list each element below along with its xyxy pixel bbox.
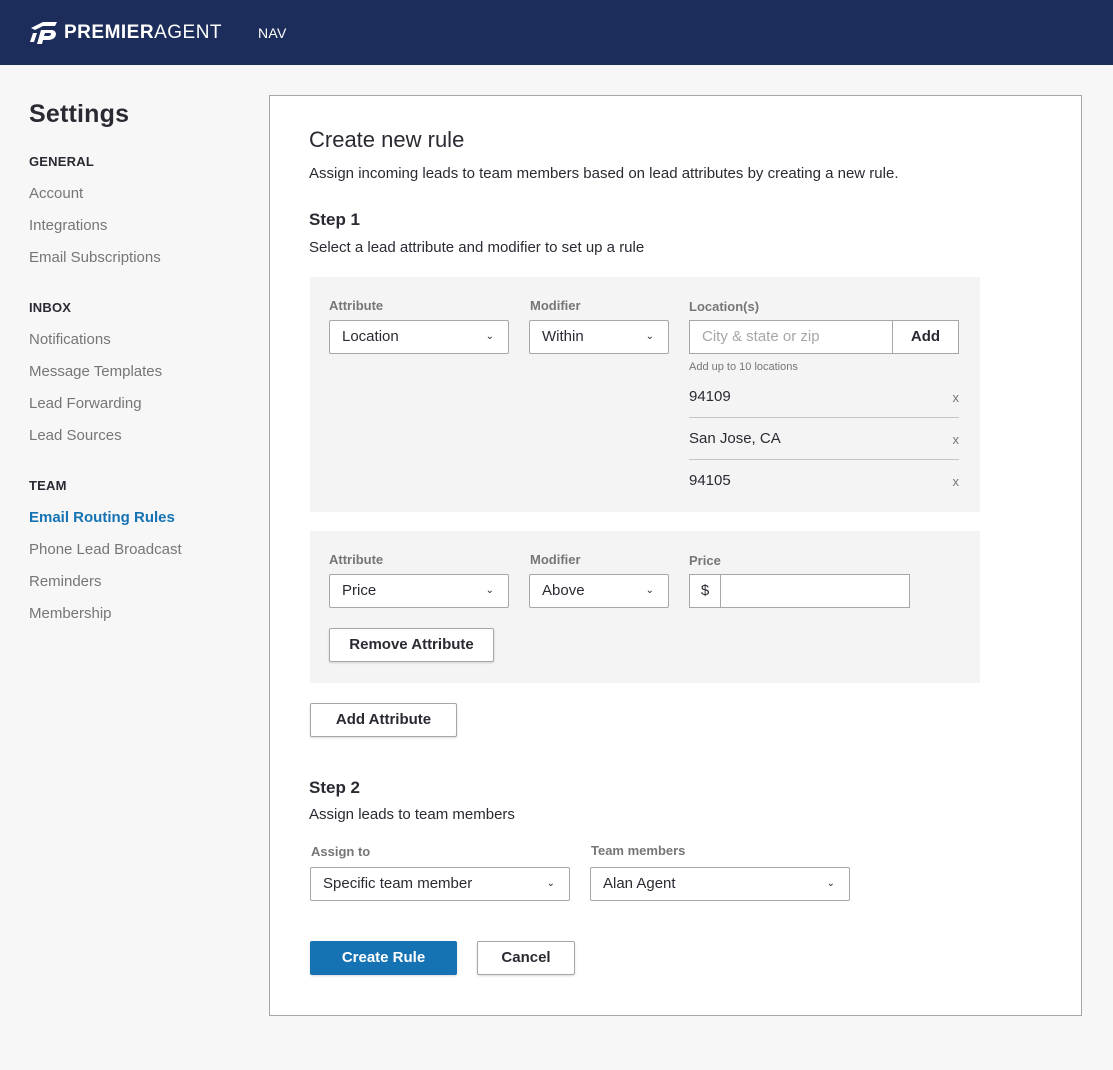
modifier-select-value: Within xyxy=(542,328,584,345)
rule-attribute-box-price: Attribute Price ⌄ Modifier Above ⌄ Price… xyxy=(310,531,980,683)
create-rule-panel: Create new rule Assign incoming leads to… xyxy=(269,95,1082,1016)
add-location-button[interactable]: Add xyxy=(892,320,959,354)
sidebar-item-reminders[interactable]: Reminders xyxy=(29,574,249,590)
sidebar-group-team: TEAM Email Routing Rules Phone Lead Broa… xyxy=(29,478,249,622)
chevron-down-icon: ⌄ xyxy=(546,878,555,889)
modifier-select[interactable]: Above ⌄ xyxy=(529,574,669,608)
nav-link[interactable]: NAV xyxy=(258,25,287,41)
assign-to-label: Assign to xyxy=(311,844,371,859)
price-label: Price xyxy=(689,553,721,568)
attribute-label: Attribute xyxy=(329,552,384,567)
location-item-value: San Jose, CA xyxy=(689,430,781,447)
sidebar-item-membership[interactable]: Membership xyxy=(29,606,249,622)
sidebar-group-title: TEAM xyxy=(29,478,67,493)
premier-agent-logo-icon xyxy=(30,22,57,44)
sidebar-group-title: GENERAL xyxy=(29,154,94,169)
assign-to-select[interactable]: Specific team member ⌄ xyxy=(310,867,570,901)
locations-hint: Add up to 10 locations xyxy=(689,361,798,373)
logo-text: PREMIERAGENT xyxy=(64,22,222,44)
location-input[interactable]: City & state or zip xyxy=(689,320,894,354)
modifier-select-value: Above xyxy=(542,582,585,599)
team-members-select[interactable]: Alan Agent ⌄ xyxy=(590,867,850,901)
chevron-down-icon: ⌄ xyxy=(485,331,494,342)
sidebar-group-inbox: INBOX Notifications Message Templates Le… xyxy=(29,300,249,444)
sidebar-item-lead-forwarding[interactable]: Lead Forwarding xyxy=(29,396,249,412)
sidebar-item-email-subscriptions[interactable]: Email Subscriptions xyxy=(29,250,249,266)
settings-sidebar: Settings GENERAL Account Integrations Em… xyxy=(29,100,249,656)
attribute-select-value: Location xyxy=(342,328,399,345)
currency-symbol: $ xyxy=(689,574,721,608)
attribute-select-value: Price xyxy=(342,582,377,599)
sidebar-group-general: GENERAL Account Integrations Email Subsc… xyxy=(29,154,249,266)
attribute-label: Attribute xyxy=(329,298,384,313)
team-members-select-value: Alan Agent xyxy=(603,875,676,892)
attribute-select[interactable]: Location ⌄ xyxy=(329,320,509,354)
chevron-down-icon: ⌄ xyxy=(645,585,654,596)
step1-title: Step 1 xyxy=(309,210,361,229)
sidebar-item-account[interactable]: Account xyxy=(29,186,249,202)
location-item-value: 94105 xyxy=(689,472,731,489)
add-attribute-button[interactable]: Add Attribute xyxy=(310,703,457,737)
step2-title: Step 2 xyxy=(309,778,361,797)
location-item: 94109 x xyxy=(689,376,959,418)
logo-text-bold: PREMIER xyxy=(64,22,155,43)
sidebar-group-title: INBOX xyxy=(29,300,72,315)
locations-label: Location(s) xyxy=(689,299,760,314)
modifier-select[interactable]: Within ⌄ xyxy=(529,320,669,354)
price-input[interactable] xyxy=(720,574,910,608)
page-title: Create new rule xyxy=(309,127,465,152)
sidebar-item-email-routing-rules[interactable]: Email Routing Rules xyxy=(29,510,249,526)
sidebar-item-message-templates[interactable]: Message Templates xyxy=(29,364,249,380)
chevron-down-icon: ⌄ xyxy=(645,331,654,342)
remove-location-icon[interactable]: x xyxy=(953,474,960,490)
sidebar-item-integrations[interactable]: Integrations xyxy=(29,218,249,234)
top-nav-bar: PREMIERAGENT NAV xyxy=(0,0,1113,65)
page-subtitle: Assign incoming leads to team members ba… xyxy=(309,165,899,182)
create-rule-button[interactable]: Create Rule xyxy=(310,941,457,975)
premier-agent-logo[interactable]: PREMIERAGENT xyxy=(29,20,222,46)
settings-title: Settings xyxy=(29,100,130,128)
sidebar-item-phone-lead-broadcast[interactable]: Phone Lead Broadcast xyxy=(29,542,249,558)
modifier-label: Modifier xyxy=(530,552,581,567)
team-members-label: Team members xyxy=(591,843,686,858)
remove-attribute-button[interactable]: Remove Attribute xyxy=(329,628,494,662)
chevron-down-icon: ⌄ xyxy=(826,878,835,889)
chevron-down-icon: ⌄ xyxy=(485,585,494,596)
step1-description: Select a lead attribute and modifier to … xyxy=(309,239,645,256)
location-item-value: 94109 xyxy=(689,388,731,405)
location-item: 94105 x xyxy=(689,460,959,502)
sidebar-item-notifications[interactable]: Notifications xyxy=(29,332,249,348)
remove-location-icon[interactable]: x xyxy=(953,432,960,448)
remove-location-icon[interactable]: x xyxy=(953,390,960,406)
attribute-select[interactable]: Price ⌄ xyxy=(329,574,509,608)
sidebar-item-lead-sources[interactable]: Lead Sources xyxy=(29,428,249,444)
assign-to-select-value: Specific team member xyxy=(323,875,473,892)
rule-attribute-box-location: Attribute Location ⌄ Modifier Within ⌄ L… xyxy=(310,277,980,512)
logo-text-light: AGENT xyxy=(154,22,223,43)
cancel-button[interactable]: Cancel xyxy=(477,941,575,975)
step2-description: Assign leads to team members xyxy=(309,806,515,823)
location-item: San Jose, CA x xyxy=(689,418,959,460)
modifier-label: Modifier xyxy=(530,298,581,313)
